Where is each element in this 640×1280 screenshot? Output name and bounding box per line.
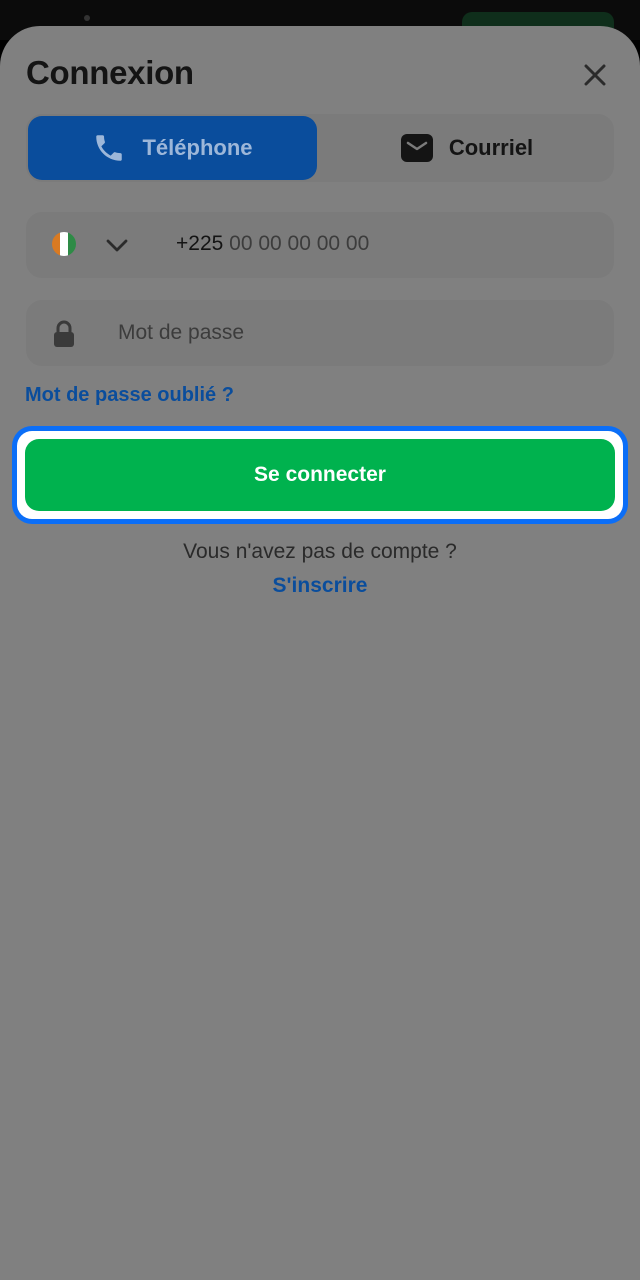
tab-email[interactable]: Courriel <box>322 116 612 180</box>
phone-number-field[interactable]: +225 00 00 00 00 00 <box>26 212 614 278</box>
phone-placeholder: 00 00 00 00 00 <box>229 232 370 255</box>
tab-phone-label: Téléphone <box>142 135 253 160</box>
envelope-icon <box>400 134 433 162</box>
chevron-down-icon[interactable] <box>104 232 130 258</box>
tab-phone[interactable]: Téléphone <box>28 116 317 180</box>
signup-prompt: Vous n'avez pas de compte ? <box>183 540 457 563</box>
dial-code: +225 <box>176 232 224 255</box>
signup-link[interactable]: S'inscrire <box>0 574 640 598</box>
login-button[interactable]: Se connecter <box>25 439 615 511</box>
phone-input[interactable]: +225 00 00 00 00 00 <box>176 232 369 256</box>
password-input[interactable] <box>118 300 598 366</box>
login-method-tabs: Téléphone Courriel <box>26 114 614 182</box>
background-dot <box>84 15 90 21</box>
login-sheet: Connexion Téléphone Courriel +225 00 00 … <box>0 26 640 1280</box>
forgot-password-link[interactable]: Mot de passe oublié ? <box>25 384 234 407</box>
password-field[interactable] <box>26 300 614 366</box>
ivory-coast-flag-icon[interactable] <box>52 232 76 256</box>
lock-icon <box>54 320 74 347</box>
close-button[interactable] <box>578 58 612 92</box>
login-button-focus-ring: Se connecter <box>12 426 628 524</box>
page-title: Connexion <box>26 54 194 91</box>
phone-icon <box>96 135 123 161</box>
tab-email-label: Courriel <box>448 135 534 160</box>
close-icon <box>584 64 606 86</box>
login-button-focus-inner: Se connecter <box>17 431 623 519</box>
